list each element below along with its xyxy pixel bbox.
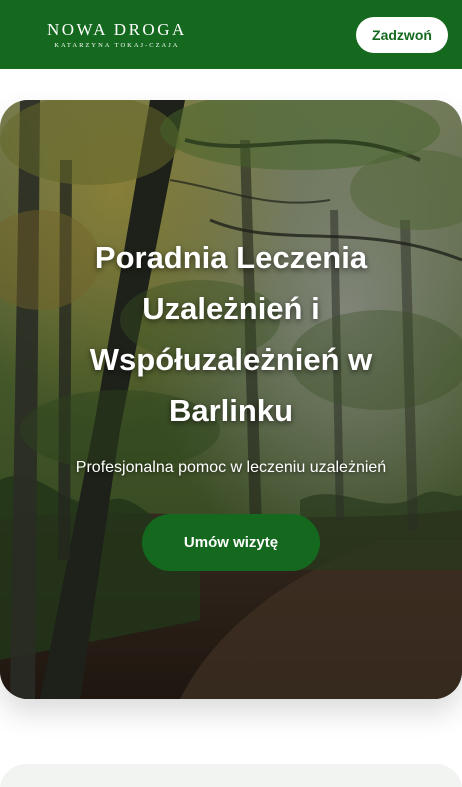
logo-title: NOWA DROGA	[47, 19, 187, 39]
hero-content: Poradnia Leczenia Uzależnień i Współuzal…	[0, 232, 462, 571]
logo[interactable]: NOWA DROGA KATARZYNA TOKAJ-CZAJA	[47, 20, 187, 50]
hero-title: Poradnia Leczenia Uzależnień i Współuzal…	[89, 240, 373, 428]
hero-section: Poradnia Leczenia Uzależnień i Współuzal…	[0, 100, 462, 699]
logo-subtitle: KATARZYNA TOKAJ-CZAJA	[54, 41, 180, 49]
call-button[interactable]: Zadzwoń	[356, 16, 448, 53]
hero-subtitle: Profesjonalna pomoc w leczeniu uzależnie…	[75, 459, 387, 476]
book-visit-button[interactable]: Umów wizytę	[142, 514, 320, 571]
site-header: NOWA DROGA KATARZYNA TOKAJ-CZAJA Zadzwoń	[0, 0, 462, 69]
next-section	[0, 764, 462, 787]
